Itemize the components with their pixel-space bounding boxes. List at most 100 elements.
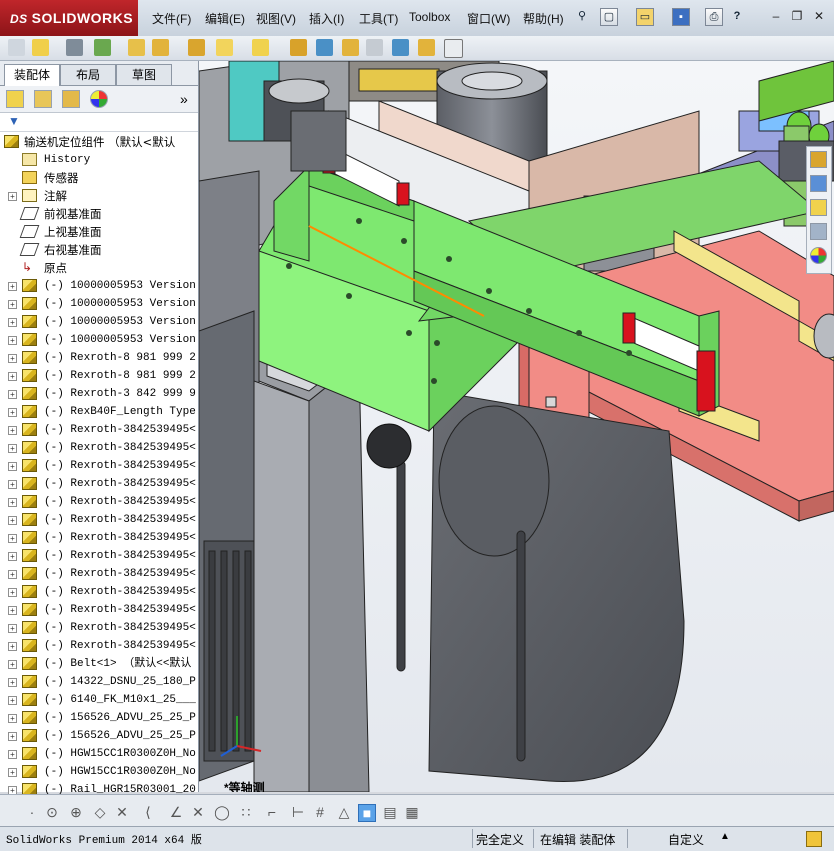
save-icon[interactable]: ▪ <box>672 8 690 26</box>
tangent-icon[interactable]: ⟨ <box>140 804 156 820</box>
tree-item[interactable]: + (-) HGW15CC1R0300Z0H_No <box>0 763 198 781</box>
expand-toggle-icon[interactable]: + <box>8 372 17 381</box>
expand-toggle-icon[interactable]: + <box>8 390 17 399</box>
view-palette-icon[interactable] <box>810 223 827 240</box>
expand-toggle-icon[interactable]: + <box>8 750 17 759</box>
expand-toggle-icon[interactable]: + <box>8 588 17 597</box>
expand-toggle-icon[interactable]: + <box>8 426 17 435</box>
bill-of-materials-icon[interactable] <box>316 39 333 56</box>
expand-toggle-icon[interactable]: + <box>8 570 17 579</box>
tab-assembly[interactable]: 装配体 <box>4 64 60 86</box>
expand-toggle-icon[interactable]: + <box>8 642 17 651</box>
tree-item[interactable]: + (-) Rexroth-3842539495< <box>0 421 198 439</box>
smart-fastener-icon[interactable] <box>128 39 145 56</box>
grid-icon[interactable]: # <box>312 804 328 820</box>
menu-insert[interactable]: 插入(I) <box>309 10 344 27</box>
units-caret-icon[interactable]: ▲ <box>720 831 730 842</box>
open-folder-icon[interactable]: ▭ <box>636 8 654 26</box>
circle-icon[interactable]: ⊙ <box>44 804 60 820</box>
section-view-icon[interactable]: ▤ <box>382 804 398 820</box>
tree-item[interactable]: + (-) 14322_DSNU_25_180_P <box>0 673 198 691</box>
tree-item[interactable]: + (-) 156526_ADVU_25_25_P <box>0 709 198 727</box>
tree-item[interactable]: 传感器 <box>0 169 198 187</box>
resources-icon[interactable] <box>810 151 827 168</box>
take-snapshot-icon[interactable] <box>444 39 463 58</box>
tree-item[interactable]: + (-) Rexroth-3842539495< <box>0 565 198 583</box>
tree-item[interactable]: + (-) Rexroth-8 981 999 2 <box>0 367 198 385</box>
tree-item[interactable]: + (-) Rexroth-3842539495< <box>0 457 198 475</box>
filter-icon[interactable]: ▼ <box>8 114 20 128</box>
expand-toggle-icon[interactable]: + <box>8 498 17 507</box>
exploded-view-icon[interactable] <box>342 39 359 56</box>
tree-item[interactable]: + (-) Rexroth-3842539495< <box>0 493 198 511</box>
menu-toolbox[interactable]: Toolbox <box>409 10 450 24</box>
file-explorer-icon[interactable] <box>810 199 827 216</box>
tree-item[interactable]: + (-) 10000005953 Version <box>0 331 198 349</box>
reference-geometry-icon[interactable] <box>252 39 269 56</box>
point-icon[interactable]: · <box>24 804 40 820</box>
midpoint-icon[interactable]: ⌐ <box>264 804 280 820</box>
tree-item[interactable]: + (-) HGW15CC1R0300Z0H_No <box>0 745 198 763</box>
new-document-icon[interactable]: ▢ <box>600 8 618 26</box>
configuration-manager-icon[interactable] <box>62 90 80 108</box>
tree-item[interactable]: + (-) 6140_FK_M10x1_25___ <box>0 691 198 709</box>
angle-icon[interactable]: ∠ <box>168 804 184 820</box>
expand-toggle-icon[interactable]: + <box>8 282 17 291</box>
tree-item[interactable]: + 注解 <box>0 187 198 205</box>
print-icon[interactable]: ⎙ <box>705 8 723 26</box>
design-library-icon[interactable] <box>810 175 827 192</box>
expand-toggle-icon[interactable]: + <box>8 660 17 669</box>
expand-toggle-icon[interactable]: + <box>8 552 17 561</box>
menu-window[interactable]: 窗口(W) <box>467 10 510 27</box>
move-component-icon[interactable] <box>152 39 169 56</box>
tab-layout[interactable]: 布局 <box>60 64 116 85</box>
tree-item[interactable]: + (-) Rexroth-3842539495< <box>0 637 198 655</box>
menu-edit[interactable]: 编辑(E) <box>205 10 245 27</box>
menu-help[interactable]: 帮助(H) <box>523 10 564 27</box>
tree-item[interactable]: + (-) Rexroth-3 842 999 9 <box>0 385 198 403</box>
expand-toggle-icon[interactable]: + <box>8 192 17 201</box>
expand-toggle-icon[interactable]: + <box>8 696 17 705</box>
tree-item[interactable]: ↳ 原点 <box>0 259 198 277</box>
rebuild-icon[interactable] <box>806 831 822 847</box>
update-speedpak-icon[interactable] <box>418 39 435 56</box>
expand-toggle-icon[interactable]: + <box>8 480 17 489</box>
property-manager-icon[interactable] <box>34 90 52 108</box>
tree-item[interactable]: + (-) Rexroth-3842539495< <box>0 475 198 493</box>
solidworks-logo[interactable]: DS SOLIDWORKS <box>0 0 138 36</box>
tree-item[interactable]: + (-) 156526_ADVU_25_25_P <box>0 727 198 745</box>
linear-pattern-icon[interactable] <box>94 39 111 56</box>
triangle-icon[interactable]: △ <box>336 804 352 820</box>
expand-toggle-icon[interactable]: + <box>8 606 17 615</box>
tree-item[interactable]: 上视基准面 <box>0 223 198 241</box>
display-manager-icon[interactable] <box>90 90 108 108</box>
show-hidden-icon[interactable] <box>188 39 205 56</box>
explode-line-icon[interactable] <box>366 39 383 56</box>
expand-toggle-icon[interactable]: + <box>8 336 17 345</box>
expand-toggle-icon[interactable]: + <box>8 534 17 543</box>
dimension-icon[interactable]: ⊢ <box>290 804 306 820</box>
expand-toggle-icon[interactable]: + <box>8 768 17 777</box>
tree-item[interactable]: History <box>0 151 198 169</box>
trim-icon[interactable]: ✕ <box>114 804 130 820</box>
minimize-icon[interactable]: – <box>768 9 784 23</box>
tree-item[interactable]: + (-) 10000005953 Version <box>0 295 198 313</box>
expand-toggle-icon[interactable]: + <box>8 318 17 327</box>
tree-item[interactable]: + (-) Rexroth-3842539495< <box>0 583 198 601</box>
feature-manager-icon[interactable] <box>6 90 24 108</box>
expand-toggle-icon[interactable]: + <box>8 516 17 525</box>
polygon-icon[interactable]: ◇ <box>92 804 108 820</box>
tree-item[interactable]: + (-) Rexroth-3842539495< <box>0 619 198 637</box>
expand-toggle-icon[interactable]: + <box>8 408 17 417</box>
chevron-right-icon[interactable]: » <box>180 91 188 107</box>
tree-item[interactable]: + (-) Rexroth-3842539495< <box>0 547 198 565</box>
tree-item[interactable]: + (-) Rexroth-8 981 999 2 <box>0 349 198 367</box>
help-icon[interactable]: ? <box>728 8 746 26</box>
assembly-features-icon[interactable] <box>216 39 233 56</box>
tree-item[interactable]: + (-) 10000005953 Version <box>0 277 198 295</box>
graphics-viewport[interactable]: *等轴测 <box>199 61 834 792</box>
tree-item[interactable]: 右视基准面 <box>0 241 198 259</box>
split-view-icon[interactable]: ▦ <box>404 804 420 820</box>
tree-item[interactable]: + (-) RexB40F_Length Type <box>0 403 198 421</box>
tree-item[interactable]: + (-) Belt<1> （默认<<默认 <box>0 655 198 673</box>
